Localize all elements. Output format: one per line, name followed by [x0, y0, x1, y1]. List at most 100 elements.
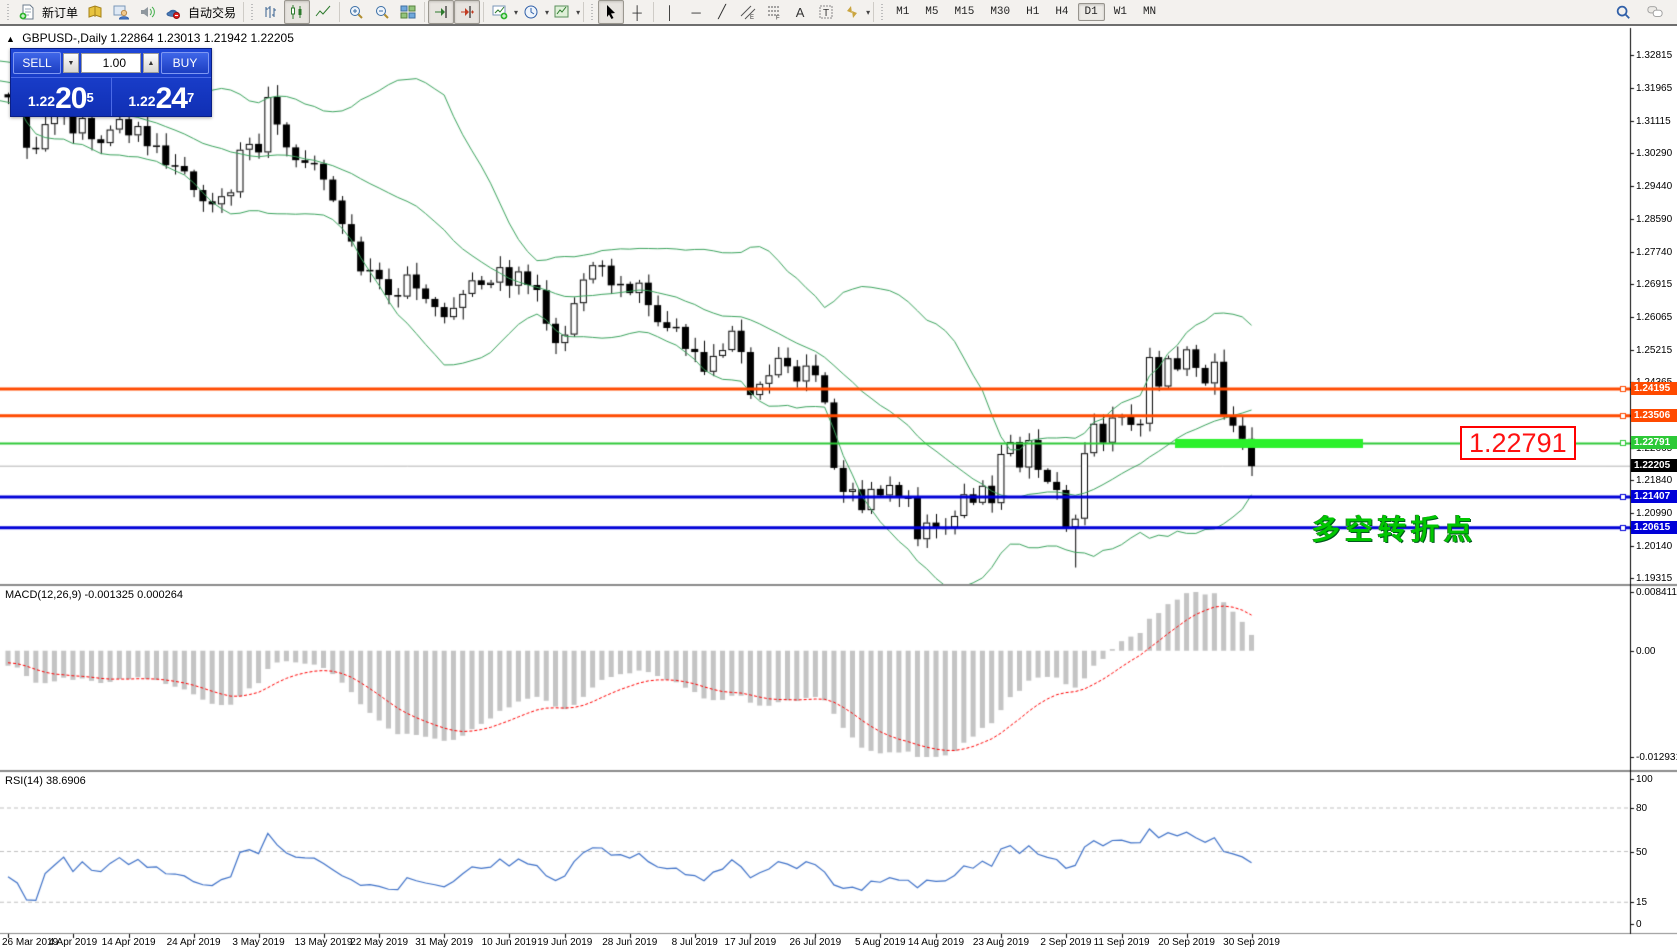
- bar-chart-mode-icon[interactable]: [258, 0, 284, 24]
- date-axis-tick[interactable]: 3 May 2019: [232, 937, 284, 948]
- macd-axis-zero: 0.00: [1636, 646, 1655, 657]
- ohlc-open: 1.22864: [110, 31, 153, 45]
- sell-button[interactable]: SELL: [13, 52, 61, 74]
- arrows-dropdown-icon[interactable]: ▾: [866, 8, 870, 17]
- auto-scroll-icon[interactable]: [428, 0, 454, 24]
- channel-tool-icon[interactable]: E: [735, 0, 761, 24]
- buy-price-big: 24: [156, 84, 187, 114]
- periods-clock-icon[interactable]: [518, 0, 544, 24]
- date-axis-tick[interactable]: 13 May 2019: [295, 937, 353, 948]
- svg-text:E: E: [750, 15, 754, 20]
- auto-trading-icon[interactable]: [160, 0, 186, 24]
- horizontal-line-tool-icon[interactable]: ─: [683, 0, 709, 24]
- toolbar-grip[interactable]: [880, 4, 885, 20]
- volume-down-button[interactable]: ▼: [63, 53, 79, 73]
- tile-windows-icon[interactable]: [395, 0, 421, 24]
- date-axis-tick[interactable]: 26 Jul 2019: [790, 937, 842, 948]
- date-axis-tick[interactable]: 19 Jun 2019: [537, 937, 592, 948]
- buy-price-sup: 7: [187, 78, 194, 118]
- timeframe-m30[interactable]: M30: [983, 3, 1017, 21]
- price-level-badge[interactable]: 1.21407: [1631, 490, 1677, 503]
- timeframe-w1[interactable]: W1: [1107, 3, 1134, 21]
- vertical-line-tool-icon[interactable]: │: [657, 0, 683, 24]
- template-dropdown-icon[interactable]: ▾: [576, 8, 580, 17]
- price-axis-tick: 1.26065: [1636, 312, 1672, 323]
- auto-trading-label[interactable]: 自动交易: [188, 4, 236, 21]
- price-axis-tick: 1.32815: [1636, 50, 1672, 61]
- sell-price-sup: 5: [86, 78, 93, 118]
- rsi-axis-tick: 50: [1636, 847, 1647, 858]
- line-chart-mode-icon[interactable]: [310, 0, 336, 24]
- account-icon[interactable]: [108, 0, 134, 24]
- date-axis-tick[interactable]: 10 Jun 2019: [482, 937, 537, 948]
- candlestick-mode-icon[interactable]: [284, 0, 310, 24]
- new-order-label[interactable]: 新订单: [42, 4, 78, 21]
- timeframe-d1[interactable]: D1: [1078, 3, 1105, 21]
- date-axis-tick[interactable]: 17 Jul 2019: [725, 937, 777, 948]
- price-level-badge[interactable]: 1.23506: [1631, 409, 1677, 422]
- macd-label: MACD(12,26,9) -0.001325 0.000264: [5, 589, 183, 601]
- price-axis-tick: 1.30290: [1636, 148, 1672, 159]
- timeframe-mn[interactable]: MN: [1136, 3, 1163, 21]
- date-axis-tick[interactable]: 8 Jul 2019: [672, 937, 718, 948]
- date-axis-tick[interactable]: 14 Apr 2019: [102, 937, 156, 948]
- collapse-icon[interactable]: ▲: [6, 34, 15, 44]
- zoom-in-icon[interactable]: [343, 0, 369, 24]
- toolbar-grip[interactable]: [6, 4, 11, 20]
- search-icon[interactable]: [1610, 0, 1636, 24]
- buy-price-tile[interactable]: 1.22 24 7: [112, 78, 212, 116]
- crosshair-tool-icon[interactable]: ┼: [624, 0, 650, 24]
- chat-icon[interactable]: [1642, 0, 1668, 24]
- timeframe-h4[interactable]: H4: [1048, 3, 1075, 21]
- date-axis-tick[interactable]: 28 Jun 2019: [602, 937, 657, 948]
- date-axis-tick[interactable]: 4 Apr 2019: [49, 937, 97, 948]
- date-axis-tick[interactable]: 2 Sep 2019: [1040, 937, 1091, 948]
- timeframe-h1[interactable]: H1: [1019, 3, 1046, 21]
- cn-annotation-text[interactable]: 多空转折点: [1312, 508, 1477, 548]
- date-axis-tick[interactable]: 20 Sep 2019: [1158, 937, 1215, 948]
- fibonacci-tool-icon[interactable]: F: [761, 0, 787, 24]
- date-axis-tick[interactable]: 22 May 2019: [350, 937, 408, 948]
- ohlc-close: 1.22205: [251, 31, 294, 45]
- arrows-tool-icon[interactable]: [839, 0, 865, 24]
- sell-price-tile[interactable]: 1.22 20 5: [11, 78, 112, 116]
- cursor-tool-icon[interactable]: [598, 0, 624, 24]
- price-axis-tick: 1.21840: [1636, 475, 1672, 486]
- svg-text:T: T: [823, 8, 829, 19]
- date-axis-tick[interactable]: 31 May 2019: [415, 937, 473, 948]
- date-axis-tick[interactable]: 30 Sep 2019: [1223, 937, 1280, 948]
- date-axis-tick[interactable]: 24 Apr 2019: [167, 937, 221, 948]
- alerts-speaker-icon[interactable]: [134, 0, 160, 24]
- toolbar-grip[interactable]: [250, 4, 255, 20]
- price-level-badge[interactable]: 1.20615: [1631, 521, 1677, 534]
- chart-title: ▲ GBPUSD-,Daily 1.22864 1.23013 1.21942 …: [6, 31, 294, 45]
- chart-shift-icon[interactable]: [454, 0, 480, 24]
- rsi-axis-tick: 0: [1636, 919, 1642, 930]
- pivot-price-label[interactable]: 1.22791: [1460, 426, 1576, 460]
- price-axis-tick: 1.28590: [1636, 214, 1672, 225]
- timeframe-m15[interactable]: M15: [948, 3, 982, 21]
- trendline-tool-icon[interactable]: ╱: [709, 0, 735, 24]
- text-label-tool-icon[interactable]: T: [813, 0, 839, 24]
- rsi-axis-tick: 15: [1636, 897, 1647, 908]
- template-icon[interactable]: [549, 0, 575, 24]
- date-axis-tick[interactable]: 23 Aug 2019: [973, 937, 1029, 948]
- date-axis-tick[interactable]: 11 Sep 2019: [1094, 937, 1150, 948]
- zoom-out-icon[interactable]: [369, 0, 395, 24]
- volume-up-button[interactable]: ▲: [143, 53, 159, 73]
- new-order-icon[interactable]: [14, 0, 40, 24]
- timeframe-m5[interactable]: M5: [918, 3, 945, 21]
- price-level-badge[interactable]: 1.24195: [1631, 382, 1677, 395]
- ohlc-high: 1.23013: [157, 31, 200, 45]
- indicators-icon[interactable]: [487, 0, 513, 24]
- svg-text:F: F: [776, 16, 780, 21]
- price-level-badge[interactable]: 1.22791: [1631, 436, 1677, 449]
- volume-input[interactable]: 1.00: [81, 53, 141, 73]
- strategy-book-icon[interactable]: [82, 0, 108, 24]
- toolbar-grip[interactable]: [590, 4, 595, 20]
- date-axis-tick[interactable]: 14 Aug 2019: [908, 937, 964, 948]
- timeframe-m1[interactable]: M1: [889, 3, 916, 21]
- text-tool-icon[interactable]: A: [787, 0, 813, 24]
- date-axis-tick[interactable]: 5 Aug 2019: [855, 937, 906, 948]
- buy-button[interactable]: BUY: [161, 52, 209, 74]
